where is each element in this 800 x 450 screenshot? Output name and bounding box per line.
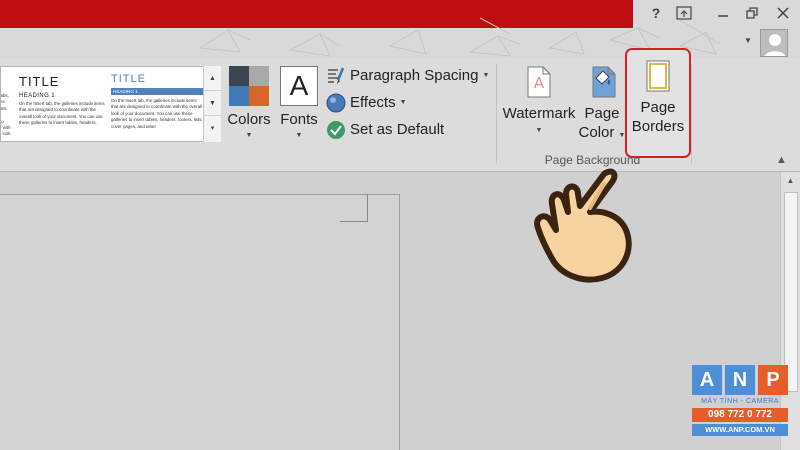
document-page[interactable] bbox=[0, 194, 400, 450]
effects-icon bbox=[326, 93, 346, 113]
gallery-down-icon[interactable]: ▼ bbox=[204, 91, 221, 116]
close-icon[interactable] bbox=[770, 2, 796, 24]
logo-tagline: MÁY TÍNH - CAMERA bbox=[701, 398, 779, 405]
style-set-thumb[interactable]: TITLE HEADING 1 On the Insert tab, the g… bbox=[111, 67, 203, 141]
effects-button[interactable]: Effects ▼ bbox=[326, 92, 407, 114]
style-set-gallery[interactable]: ribbon to tabs, the galleries include it… bbox=[0, 66, 221, 142]
logo-website: WWW.ANP.COM.VN bbox=[692, 424, 788, 436]
style-thumb-body: On the Insert tab, the galleries include… bbox=[111, 98, 203, 129]
page-color-label: Page Color ▼ bbox=[578, 105, 626, 141]
page-color-button[interactable]: Page Color ▼ bbox=[574, 66, 630, 150]
restore-icon[interactable] bbox=[739, 2, 765, 24]
effects-label: Effects bbox=[350, 94, 396, 111]
chevron-down-icon: ▼ bbox=[295, 132, 303, 139]
style-thumb-body: On the Insert tab, the galleries include… bbox=[19, 101, 105, 126]
gallery-up-icon[interactable]: ▲ bbox=[204, 66, 221, 91]
style-set-thumb[interactable]: TITLE HEADING 1 On the Insert tab, the g… bbox=[19, 67, 107, 141]
fonts-label: Fonts bbox=[280, 111, 318, 128]
logo-letter: A bbox=[692, 365, 722, 395]
scroll-up-icon[interactable]: ▲ bbox=[781, 172, 800, 190]
help-icon[interactable]: ? bbox=[643, 2, 669, 24]
style-thumb-title: TITLE bbox=[111, 73, 146, 85]
watermark-label: Watermark bbox=[502, 105, 576, 122]
gallery-scrollbar[interactable]: ▲ ▼ ▾ bbox=[203, 66, 221, 142]
chevron-down-icon: ▼ bbox=[399, 99, 407, 106]
colors-label: Colors bbox=[227, 111, 271, 128]
paragraph-spacing-button[interactable]: Paragraph Spacing ▼ bbox=[326, 65, 489, 87]
collapse-ribbon-icon[interactable]: ▲ bbox=[776, 154, 787, 166]
style-thumb-title: TITLE bbox=[19, 74, 60, 89]
logo-phone: 098 772 0 772 bbox=[692, 408, 788, 422]
fonts-button[interactable]: A Fonts ▼ bbox=[276, 66, 322, 150]
page-borders-icon bbox=[646, 60, 670, 92]
logo-letter: P bbox=[758, 365, 788, 395]
colors-button[interactable]: Colors ▼ bbox=[224, 66, 274, 150]
chevron-down-icon: ▼ bbox=[245, 132, 253, 139]
watermark-button[interactable]: A Watermark ▼ bbox=[500, 66, 578, 150]
set-as-default-label: Set as Default bbox=[350, 121, 445, 138]
watermark-icon: A bbox=[527, 66, 551, 98]
style-set-thumb[interactable]: ribbon to tabs, the galleries include it… bbox=[0, 67, 11, 141]
hand-pointer-icon bbox=[534, 168, 632, 283]
avatar[interactable] bbox=[760, 29, 788, 57]
theme-fonts-icon: A bbox=[280, 66, 318, 106]
paragraph-spacing-label: Paragraph Spacing bbox=[350, 67, 479, 84]
chevron-down-icon: ▼ bbox=[535, 127, 543, 134]
group-divider bbox=[496, 64, 497, 164]
gallery-more-icon[interactable]: ▾ bbox=[204, 116, 221, 141]
logo-letter: N bbox=[725, 365, 755, 395]
set-as-default-button[interactable]: Set as Default bbox=[326, 119, 444, 141]
group-divider bbox=[691, 64, 692, 164]
paragraph-spacing-icon bbox=[326, 66, 346, 86]
style-thumb-heading: HEADING 1 bbox=[19, 93, 55, 99]
page-color-icon bbox=[590, 66, 616, 98]
theme-colors-icon bbox=[229, 66, 269, 106]
checkmark-icon bbox=[326, 120, 346, 140]
style-thumb-heading: HEADING 1 bbox=[111, 88, 203, 95]
page-borders-button[interactable]: Page Borders bbox=[625, 48, 691, 158]
chevron-down-icon: ▼ bbox=[482, 72, 490, 79]
account-dropdown-icon[interactable]: ▼ bbox=[744, 36, 752, 45]
style-thumb-body: ribbon to tabs, the galleries include it… bbox=[0, 93, 11, 137]
minimize-icon[interactable] bbox=[710, 2, 736, 24]
svg-text:A: A bbox=[534, 74, 545, 92]
page-borders-label: Page Borders bbox=[631, 99, 685, 135]
anp-logo: A N P MÁY TÍNH - CAMERA 098 772 0 772 WW… bbox=[692, 365, 788, 445]
margin-corner-mark bbox=[340, 194, 368, 222]
ribbon-display-icon[interactable] bbox=[671, 2, 697, 24]
scroll-thumb[interactable] bbox=[784, 192, 798, 392]
